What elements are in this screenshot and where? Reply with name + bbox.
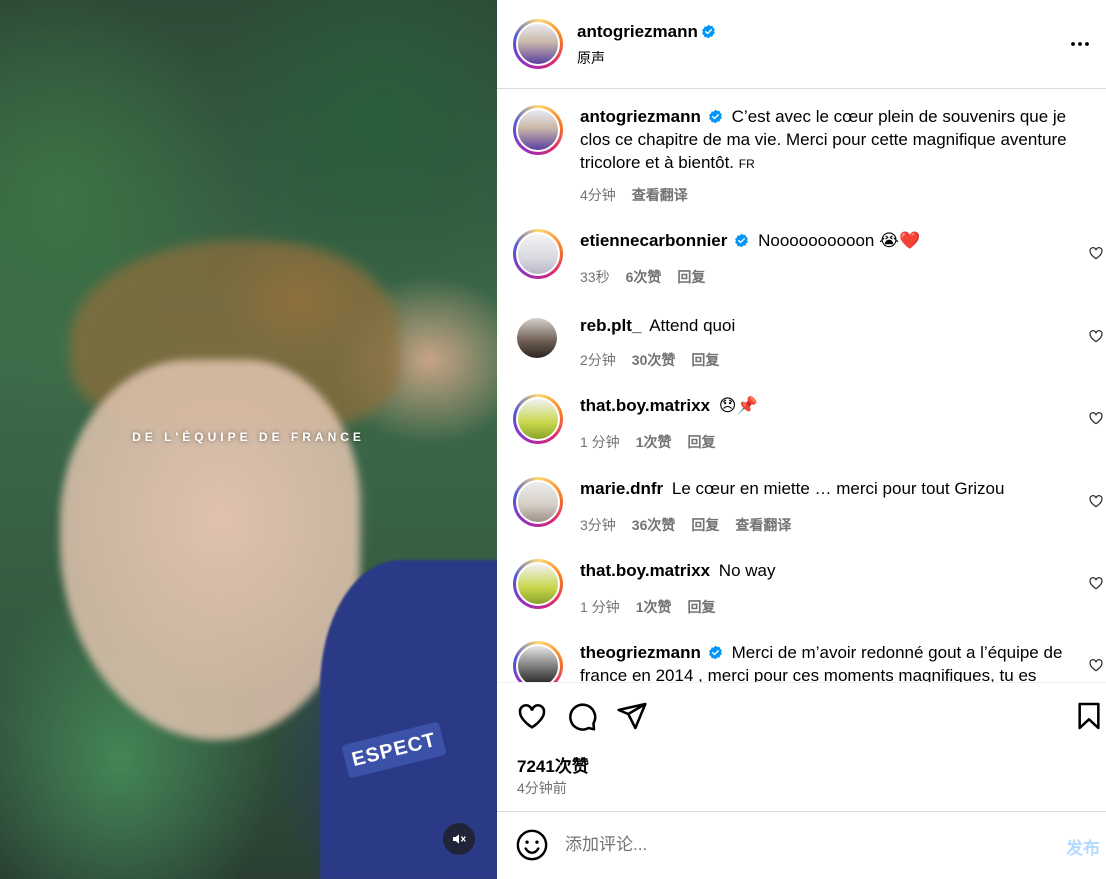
comment-text-block: etiennecarbonnier Noooooooooon 😭❤️: [580, 229, 1075, 252]
caption-time: 4分钟: [580, 187, 616, 203]
caption-avatar[interactable]: [513, 105, 563, 155]
comment-avatar[interactable]: [513, 394, 563, 444]
author-name-row: antogriezmann: [577, 22, 716, 42]
comment-likes[interactable]: 1次赞: [636, 434, 672, 450]
author-avatar[interactable]: [513, 19, 563, 69]
comment-username[interactable]: that.boy.matrixx: [580, 561, 710, 580]
paper-plane-icon[interactable]: [616, 700, 648, 732]
translate-link[interactable]: 查看翻译: [735, 517, 791, 533]
caption-translate-link[interactable]: 查看翻译: [632, 187, 688, 203]
comment-time: 2分钟: [580, 352, 616, 368]
author-username[interactable]: antogriezmann: [577, 22, 698, 41]
comment-like-heart-icon[interactable]: [1088, 410, 1104, 426]
comment-item: etiennecarbonnier Noooooooooon 😭❤️ 33秒 6次…: [497, 229, 1106, 299]
mute-button[interactable]: [443, 823, 475, 855]
comment-item: theogriezmann Merci de m’avoir redonné g…: [497, 641, 1106, 682]
comment-input[interactable]: [565, 832, 1035, 858]
comment-like-heart-icon[interactable]: [1088, 328, 1104, 344]
caption-meta: 4分钟 查看翻译: [580, 185, 704, 205]
post-actions: 7241次赞 4分钟前: [497, 682, 1106, 812]
comment-text: Le cœur en miette … merci pour tout Griz…: [671, 479, 1005, 498]
comment-avatar[interactable]: [513, 477, 563, 527]
comment-text-block: that.boy.matrixx No way: [580, 559, 1075, 582]
comment-username[interactable]: etiennecarbonnier: [580, 231, 727, 250]
like-count[interactable]: 7241次赞: [517, 752, 589, 777]
verified-badge-icon: [735, 233, 749, 248]
smiley-icon[interactable]: [515, 828, 549, 862]
caption: antogriezmann C’est avec le cœur plein d…: [497, 105, 1106, 215]
comment-avatar[interactable]: [513, 559, 563, 609]
comment-text: 😞📌: [718, 396, 758, 415]
add-comment-bar: 发布: [497, 812, 1106, 879]
comments-list[interactable]: antogriezmann C’est avec le cœur plein d…: [497, 90, 1106, 682]
comment-text-block: marie.dnfr Le cœur en miette … merci pou…: [580, 477, 1075, 500]
comment-meta: 33秒 6次赞 回复: [580, 267, 721, 287]
comment-text-block: reb.plt_ Attend quoi: [580, 314, 1075, 337]
comment-avatar[interactable]: [517, 318, 557, 358]
verified-badge-icon: [709, 645, 722, 660]
reply-button[interactable]: 回复: [691, 352, 719, 368]
post-comment-button[interactable]: 发布: [1066, 834, 1100, 859]
comment-time: 33秒: [580, 269, 610, 285]
reply-button[interactable]: 回复: [691, 517, 719, 533]
verified-badge-icon: [709, 109, 722, 124]
post-header: antogriezmann 原声: [497, 0, 1106, 89]
comment-item: that.boy.matrixx No way 1 分钟 1次赞 回复: [497, 559, 1106, 629]
comment-item: reb.plt_ Attend quoi 2分钟 30次赞 回复: [497, 314, 1106, 384]
comment-username[interactable]: reb.plt_: [580, 316, 641, 335]
post-time: 4分钟前: [517, 780, 567, 796]
comment-meta: 3分钟 36次赞 回复 查看翻译: [580, 515, 807, 535]
heart-icon[interactable]: [516, 700, 548, 732]
comment-like-heart-icon[interactable]: [1088, 575, 1104, 591]
reply-button[interactable]: 回复: [687, 434, 715, 450]
comment-icon[interactable]: [566, 700, 598, 732]
speaker-muted-icon: [453, 834, 466, 844]
comment-text-block: theogriezmann Merci de m’avoir redonné g…: [580, 641, 1075, 682]
caption-username[interactable]: antogriezmann: [580, 107, 701, 126]
comment-username[interactable]: that.boy.matrixx: [580, 396, 710, 415]
comment-username[interactable]: marie.dnfr: [580, 479, 663, 498]
caption-text-block: antogriezmann C’est avec le cœur plein d…: [580, 105, 1075, 176]
video-frame-face: [60, 360, 360, 740]
comment-meta: 1 分钟 1次赞 回复: [580, 432, 731, 452]
audio-label[interactable]: 原声: [577, 48, 605, 68]
comment-like-heart-icon[interactable]: [1088, 657, 1104, 673]
comment-likes[interactable]: 36次赞: [632, 517, 676, 533]
more-horizontal-icon[interactable]: [1068, 32, 1092, 56]
comment-username[interactable]: theogriezmann: [580, 643, 701, 662]
comment-meta: 1 分钟 1次赞 回复: [580, 597, 731, 617]
reply-button[interactable]: 回复: [687, 599, 715, 615]
video-player[interactable]: ESPECT DE L'ÉQUIPE DE FRANCE: [0, 0, 497, 879]
comment-time: 1 分钟: [580, 599, 620, 615]
reply-button[interactable]: 回复: [677, 269, 705, 285]
comment-meta: 2分钟 30次赞 回复: [580, 350, 735, 370]
comment-text: No way: [718, 561, 776, 580]
post-panel: antogriezmann 原声 antogriezmann C’est ave…: [497, 0, 1106, 879]
comment-time: 3分钟: [580, 517, 616, 533]
comment-item: that.boy.matrixx 😞📌 1 分钟 1次赞 回复: [497, 394, 1106, 464]
bookmark-icon[interactable]: [1073, 700, 1105, 732]
verified-badge-icon: [702, 24, 715, 39]
comment-like-heart-icon[interactable]: [1088, 493, 1104, 509]
comment-text: Attend quoi: [649, 316, 736, 335]
caption-language: FR: [738, 157, 755, 171]
video-overlay-text: DE L'ÉQUIPE DE FRANCE: [132, 430, 365, 444]
comment-avatar[interactable]: [513, 641, 563, 682]
comment-likes[interactable]: 1次赞: [636, 599, 672, 615]
comment-likes[interactable]: 6次赞: [626, 269, 662, 285]
comment-text-block: that.boy.matrixx 😞📌: [580, 394, 1075, 417]
comment-avatar[interactable]: [513, 229, 563, 279]
comment-text: Noooooooooon 😭❤️: [758, 231, 921, 250]
comment-item: marie.dnfr Le cœur en miette … merci pou…: [497, 477, 1106, 547]
comment-likes[interactable]: 30次赞: [632, 352, 676, 368]
comment-time: 1 分钟: [580, 434, 620, 450]
comment-like-heart-icon[interactable]: [1088, 245, 1104, 261]
